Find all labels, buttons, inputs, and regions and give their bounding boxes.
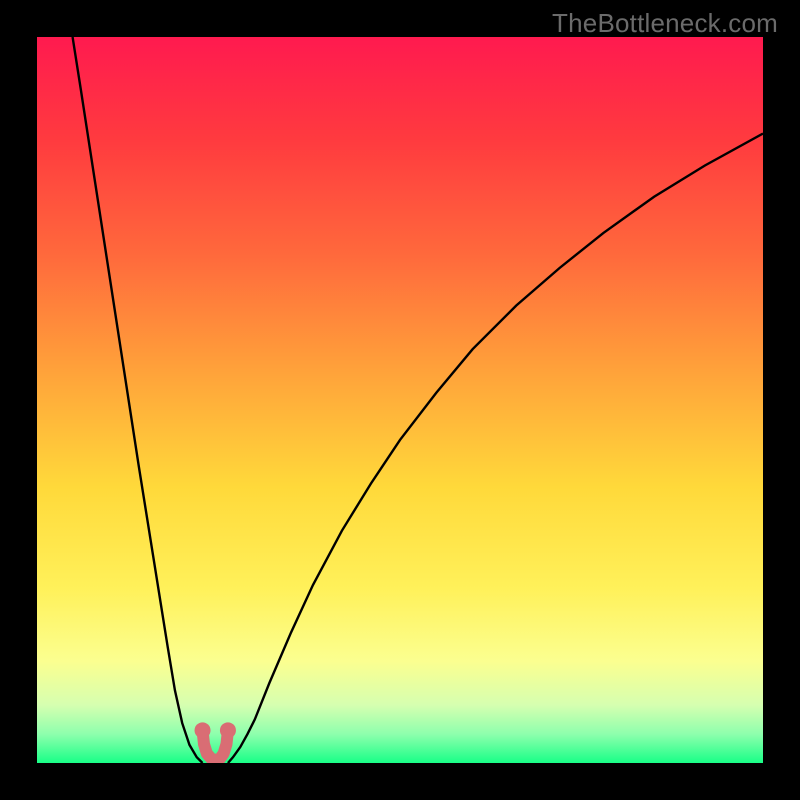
gradient-background	[37, 37, 763, 763]
watermark-text: TheBottleneck.com	[552, 8, 778, 39]
plot-area	[37, 37, 763, 763]
valley-end-dot-right	[220, 722, 236, 738]
valley-end-dot-left	[195, 722, 211, 738]
chart-frame: TheBottleneck.com	[0, 0, 800, 800]
chart-svg	[37, 37, 763, 763]
